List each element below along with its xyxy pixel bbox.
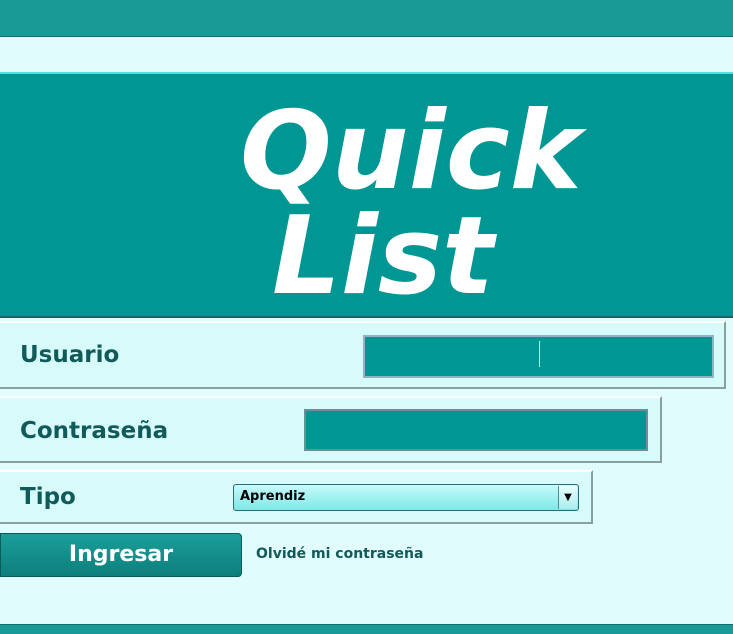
forgot-password-link[interactable]: Olvidé mi contraseña bbox=[256, 546, 423, 562]
logo-text-line2: List bbox=[272, 194, 497, 303]
type-select[interactable]: Aprendiz ▼ bbox=[233, 484, 579, 511]
quicklist-logo: Quick List bbox=[240, 89, 588, 303]
type-select-value: Aprendiz bbox=[240, 489, 306, 504]
top-bar bbox=[0, 0, 733, 37]
user-row: Usuario bbox=[0, 321, 726, 389]
password-label: Contraseña bbox=[20, 418, 169, 444]
password-input[interactable] bbox=[304, 409, 648, 451]
user-input[interactable] bbox=[363, 335, 714, 378]
type-label: Tipo bbox=[20, 484, 76, 510]
user-label: Usuario bbox=[20, 342, 120, 368]
password-row: Contraseña bbox=[0, 396, 662, 463]
login-button[interactable]: Ingresar bbox=[0, 533, 242, 577]
text-caret bbox=[539, 341, 540, 367]
chevron-down-icon[interactable]: ▼ bbox=[558, 486, 577, 509]
